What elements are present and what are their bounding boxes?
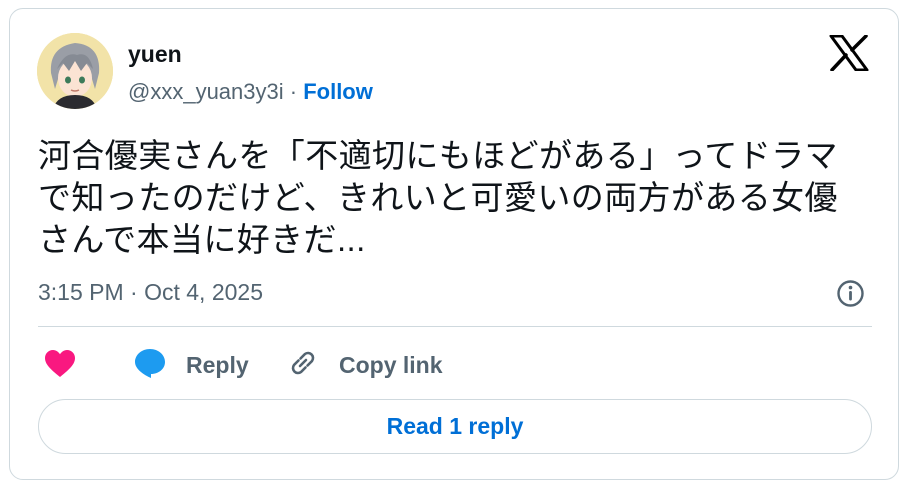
heart-icon: [44, 349, 76, 383]
follow-button[interactable]: Follow: [303, 79, 373, 104]
reply-button[interactable]: Reply: [134, 347, 249, 384]
author-name[interactable]: yuen: [128, 41, 182, 68]
x-logo-icon[interactable]: [829, 34, 869, 72]
avatar[interactable]: [37, 33, 113, 109]
reply-label: Reply: [186, 352, 249, 378]
info-icon[interactable]: [836, 279, 865, 308]
divider: [38, 326, 872, 327]
read-replies-label: Read 1 reply: [386, 413, 524, 439]
author-handle[interactable]: @xxx_yuan3y3i: [128, 79, 284, 104]
copy-link-label: Copy link: [339, 352, 443, 378]
handle-separator: ·: [283, 79, 304, 104]
tweet-timestamp[interactable]: 3:15 PM · Oct 4, 2025: [38, 279, 263, 306]
reply-bubble-icon: [134, 347, 166, 384]
like-button[interactable]: [44, 349, 76, 383]
read-replies-button[interactable]: Read 1 reply: [38, 399, 872, 454]
tweet-text: 河合優実さんを「不適切にもほどがある」ってドラマで知ったのだけど、きれいと可愛い…: [38, 137, 838, 258]
author-handle-row: @xxx_yuan3y3i · Follow: [128, 79, 373, 105]
link-icon: [287, 347, 319, 384]
copy-link-button[interactable]: Copy link: [287, 347, 443, 384]
